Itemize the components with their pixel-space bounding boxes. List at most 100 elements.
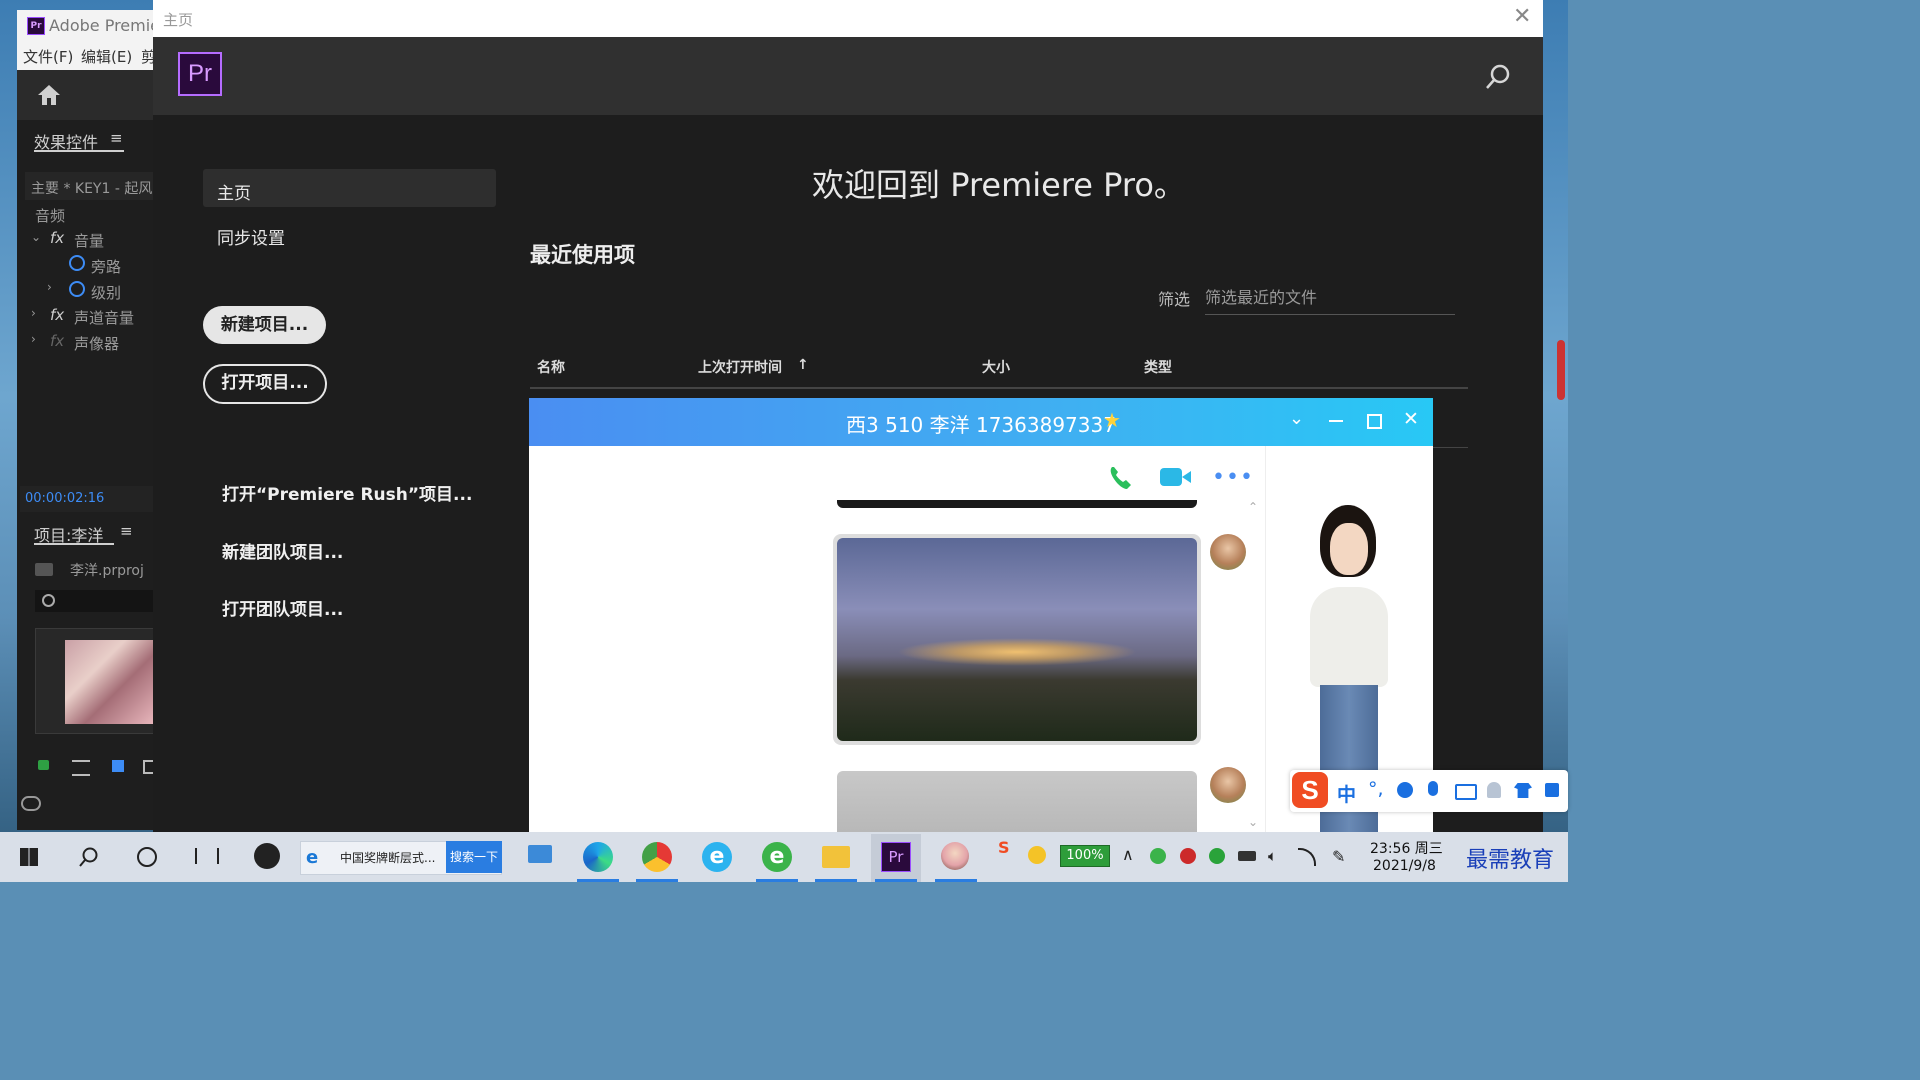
ie-tray-icon[interactable] — [1150, 848, 1166, 864]
clock-time[interactable]: 23:56 周三 — [1370, 838, 1443, 858]
effects-section-audio: 音频 — [35, 207, 66, 225]
task-view-icon[interactable] — [195, 848, 219, 864]
premiere-app-icon: Pr — [27, 17, 45, 35]
expand-chevron-icon[interactable]: ⌄ — [31, 230, 41, 244]
ime-keyboard-icon[interactable] — [1455, 784, 1477, 800]
avatar-sweater — [1310, 587, 1388, 687]
moon-tray-icon[interactable] — [1028, 846, 1046, 864]
minimize-icon[interactable] — [1329, 420, 1343, 422]
open-project-button[interactable]: 打开项目... — [203, 364, 327, 404]
home-icon[interactable] — [37, 84, 61, 106]
column-type[interactable]: 类型 — [1144, 357, 1172, 377]
this-pc-icon[interactable] — [528, 845, 552, 863]
expand-chevron-icon[interactable]: › — [31, 306, 36, 320]
avatar-face — [1330, 523, 1368, 575]
effect-item-volume[interactable]: 音量 — [74, 230, 104, 251]
premiere-taskbar-icon[interactable]: Pr — [881, 842, 911, 872]
panel-menu-icon[interactable]: ≡ — [110, 129, 123, 147]
pinwheel-app-icon[interactable] — [254, 843, 280, 869]
open-rush-project-link[interactable]: 打开“Premiere Rush”项目... — [222, 480, 472, 505]
ime-user-icon[interactable] — [1487, 782, 1501, 798]
scroll-down-icon[interactable]: ⌄ — [1248, 815, 1258, 829]
video-call-icon[interactable] — [1160, 468, 1182, 486]
project-file-name[interactable]: 李洋.prproj — [70, 560, 144, 580]
edge-icon[interactable] — [583, 842, 613, 872]
nav-item-sync-settings[interactable]: 同步设置 — [217, 224, 285, 249]
ie-green-icon[interactable]: e — [762, 842, 792, 872]
power-tray-icon[interactable] — [1238, 851, 1256, 861]
panel-menu-icon[interactable]: ≡ — [120, 522, 133, 540]
expand-chevron-icon[interactable]: › — [31, 332, 36, 346]
battery-indicator[interactable]: 100% — [1060, 845, 1110, 867]
column-last-opened[interactable]: 上次打开时间 — [698, 357, 782, 377]
sogou-logo-icon[interactable]: S — [1292, 772, 1328, 808]
creative-cloud-icon[interactable] — [21, 796, 41, 811]
scroll-up-icon[interactable]: ⌃ — [1248, 500, 1258, 514]
menu-edit[interactable]: 编辑(E) — [81, 46, 132, 67]
qq-tray-icon[interactable] — [1180, 848, 1196, 864]
effect-item-bypass[interactable]: 旁路 — [91, 256, 121, 277]
ie-tab-label[interactable]: 中国奖牌断层式... — [340, 849, 435, 866]
home-window-title: 主页 — [163, 11, 194, 29]
stopwatch-icon[interactable] — [69, 281, 85, 297]
stopwatch-icon[interactable] — [69, 255, 85, 271]
close-icon[interactable]: ✕ — [1513, 4, 1531, 29]
active-app-indicator — [636, 879, 678, 882]
ime-chinese-mode[interactable]: 中 — [1337, 780, 1356, 807]
sogou-tray-icon[interactable]: S — [998, 838, 1016, 857]
menu-file[interactable]: 文件(F) — [23, 46, 73, 67]
voice-call-icon[interactable] — [1106, 463, 1136, 493]
ime-punctuation-icon[interactable]: °, — [1368, 778, 1384, 800]
close-icon[interactable]: ✕ — [1403, 408, 1419, 430]
windows-start-icon[interactable] — [20, 848, 38, 866]
expand-chevron-icon[interactable]: › — [47, 280, 52, 294]
chrome-icon[interactable] — [642, 842, 672, 872]
new-project-button[interactable]: 新建项目... — [203, 306, 326, 344]
maximize-icon[interactable] — [1367, 414, 1382, 429]
column-size[interactable]: 大小 — [982, 357, 1010, 377]
pen-icon[interactable]: ✎ — [1332, 847, 1345, 866]
open-team-project-link[interactable]: 打开团队项目... — [222, 595, 343, 620]
new-team-project-link[interactable]: 新建团队项目... — [222, 538, 343, 563]
fx-icon: fx — [50, 332, 65, 350]
tray-expand-icon[interactable]: ∧ — [1122, 845, 1134, 864]
effects-clip-name: 主要 * KEY1 - 起风 — [31, 181, 153, 197]
chevron-down-icon[interactable]: ⌄ — [1289, 408, 1304, 429]
column-name[interactable]: 名称 — [537, 357, 565, 377]
chat-image-trees[interactable] — [837, 771, 1197, 832]
search-icon[interactable] — [1484, 63, 1512, 91]
sort-arrow-up-icon[interactable]: ↑ — [797, 357, 809, 373]
file-explorer-icon[interactable] — [822, 846, 850, 868]
chat-image-partial-top[interactable] — [837, 500, 1197, 508]
avatar[interactable] — [1210, 767, 1246, 803]
clock-date[interactable]: 2021/9/8 — [1373, 858, 1436, 874]
lock-icon[interactable] — [38, 760, 49, 770]
star-icon: ★ — [1103, 408, 1121, 432]
nav-home-label: 主页 — [217, 184, 251, 204]
home-dialog-titlebar: 主页 ✕ — [153, 0, 1543, 37]
project-thumbnail-image[interactable] — [65, 640, 153, 724]
list-view-icon[interactable] — [72, 760, 90, 776]
ime-voice-icon[interactable] — [1428, 781, 1438, 796]
icon-view-icon[interactable] — [112, 760, 124, 772]
filter-input[interactable]: 筛选最近的文件 — [1205, 284, 1455, 315]
security-tray-icon[interactable] — [1209, 848, 1225, 864]
cortana-icon[interactable] — [137, 847, 157, 867]
avatar[interactable] — [1210, 534, 1246, 570]
more-icon[interactable]: ••• — [1212, 465, 1254, 490]
effect-item-channel-volume[interactable]: 声道音量 — [74, 307, 134, 328]
desktop-scroll-thumb[interactable] — [1557, 340, 1565, 400]
ime-emoji-icon[interactable] — [1397, 782, 1413, 798]
volume-icon[interactable]: 🔈︎ — [1268, 847, 1277, 865]
ime-toolbox-icon[interactable] — [1545, 783, 1559, 797]
effect-item-panner[interactable]: 声像器 — [74, 333, 119, 354]
timecode[interactable]: 00:00:02:16 — [25, 491, 104, 506]
watermark: 最需教育 — [1466, 848, 1555, 873]
premiere-window-title: Adobe Premie — [49, 16, 161, 35]
qq-avatar-taskbar-icon[interactable] — [941, 842, 969, 870]
effect-item-level[interactable]: 级别 — [91, 282, 121, 303]
browser-e-icon[interactable]: e — [702, 842, 732, 872]
search-now-button[interactable]: 搜索一下 — [446, 841, 502, 873]
search-icon[interactable] — [78, 846, 100, 868]
fx-icon: fx — [50, 229, 65, 247]
